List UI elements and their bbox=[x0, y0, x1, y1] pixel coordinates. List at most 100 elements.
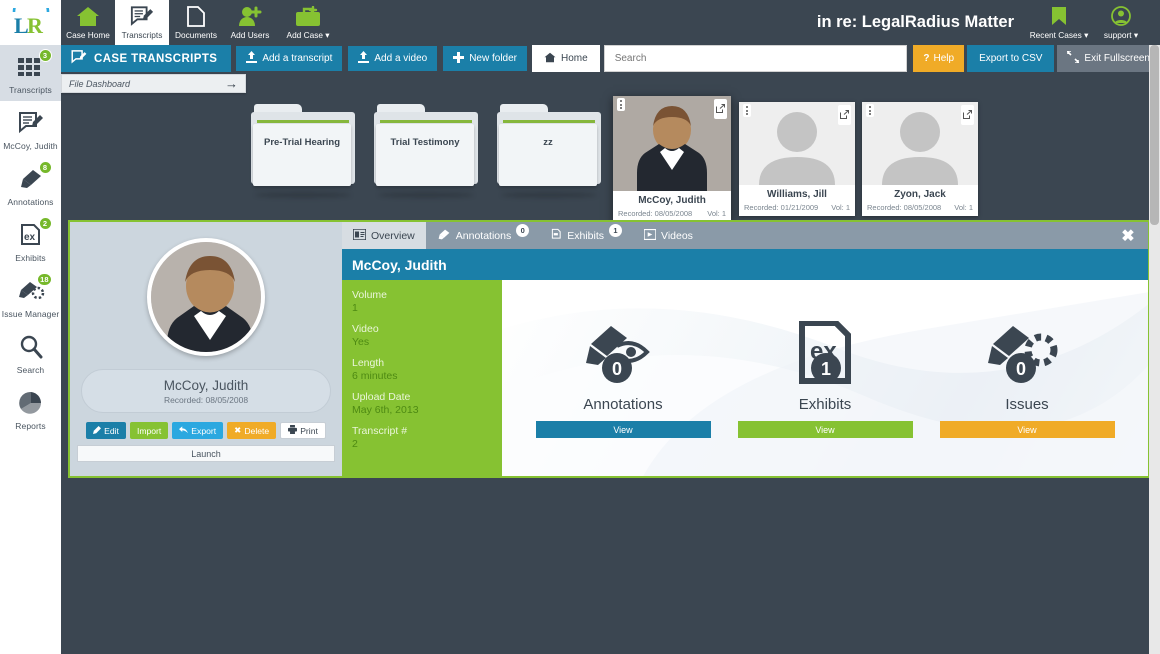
sidebar-item-mccoy-judith[interactable]: McCoy, Judith bbox=[0, 101, 61, 157]
matter-title: in re: LegalRadius Matter bbox=[816, 13, 1014, 31]
transcript-card-name: McCoy, Judith bbox=[638, 195, 706, 206]
transcript-card[interactable]: McCoy, Judith Recorded: 08/05/2008 Vol: … bbox=[613, 96, 731, 222]
print-label: Print bbox=[300, 425, 318, 436]
expand-icon[interactable] bbox=[838, 105, 851, 125]
add-transcript-label: Add a transcript bbox=[262, 53, 333, 64]
stats-area: 0 Annotations View ex 1 Exhibits View 0 … bbox=[502, 280, 1148, 476]
add-video-button[interactable]: Add a video bbox=[347, 45, 439, 72]
sidebar-item-label: McCoy, Judith bbox=[3, 141, 58, 151]
expand-icon[interactable] bbox=[714, 99, 727, 119]
scrollbar-thumb[interactable] bbox=[1150, 45, 1159, 225]
folder-item[interactable]: Pre-Trial Hearing bbox=[251, 104, 355, 202]
export-button[interactable]: Export bbox=[172, 422, 224, 439]
highlighter-icon bbox=[437, 229, 451, 243]
support-text: support bbox=[1103, 29, 1132, 40]
export-csv-button[interactable]: Export to CSV bbox=[967, 45, 1055, 72]
vertical-scrollbar[interactable] bbox=[1149, 45, 1160, 654]
highlighter-icon: 8 bbox=[14, 161, 52, 194]
volume-label: Vol: 1 bbox=[954, 203, 973, 212]
exhibit-doc-icon: ex 1 bbox=[790, 318, 860, 394]
highlighter-gear-icon: 0 bbox=[985, 318, 1069, 394]
card-menu-icon[interactable] bbox=[866, 104, 874, 117]
tab-annotations[interactable]: Annotations 0 bbox=[426, 222, 540, 249]
topnav-transcripts[interactable]: Transcripts bbox=[115, 0, 169, 45]
exit-fullscreen-button[interactable]: Exit Fullscreen bbox=[1057, 45, 1160, 72]
briefcase-icon bbox=[295, 5, 321, 27]
stat-exhibits: ex 1 Exhibits View bbox=[737, 318, 913, 438]
folder-item[interactable]: Trial Testimony bbox=[374, 104, 478, 202]
view-exhibits-button[interactable]: View bbox=[737, 421, 913, 438]
transcript-card[interactable]: Zyon, Jack Recorded: 08/05/2008 Vol: 1 bbox=[862, 102, 978, 216]
person-name: McCoy, Judith bbox=[163, 377, 249, 393]
delete-label: Delete bbox=[244, 425, 270, 436]
info-label: Volume bbox=[352, 289, 388, 301]
sidebar-item-annotations[interactable]: 8 Annotations bbox=[0, 157, 61, 213]
help-button[interactable]: ? Help bbox=[913, 45, 965, 72]
transcript-detail-panel: McCoy, Judith Recorded: 08/05/2008 Edit … bbox=[68, 220, 1150, 478]
sidebar-item-search[interactable]: Search bbox=[0, 325, 61, 381]
sidebar-item-reports[interactable]: Reports bbox=[0, 381, 61, 437]
topnav-label-text: Add Case bbox=[286, 29, 323, 40]
recorded-date: Recorded: 08/05/2008 bbox=[867, 203, 942, 212]
svg-text:ex: ex bbox=[24, 232, 36, 243]
import-button[interactable]: Import bbox=[129, 422, 169, 439]
stat-count: 0 bbox=[1016, 359, 1026, 379]
transcript-icon bbox=[14, 108, 48, 138]
sidebar-item-transcripts[interactable]: 3 Transcripts bbox=[0, 45, 61, 101]
user-icon bbox=[1111, 5, 1131, 26]
close-icon[interactable]: ✖ bbox=[1108, 222, 1148, 249]
card-menu-icon[interactable] bbox=[743, 104, 751, 117]
folder-accent bbox=[503, 120, 595, 123]
tab-overview[interactable]: Overview bbox=[342, 222, 426, 249]
view-annotations-button[interactable]: View bbox=[535, 421, 711, 438]
help-label: Help bbox=[933, 53, 955, 64]
folder-front: zz bbox=[499, 124, 597, 186]
search-field-wrapper[interactable] bbox=[603, 45, 908, 72]
x-icon: ✖ bbox=[234, 425, 242, 435]
print-button[interactable]: Print bbox=[280, 422, 326, 439]
launch-button[interactable]: Launch bbox=[77, 445, 335, 462]
breadcrumb[interactable]: File Dashboard → bbox=[61, 74, 246, 93]
topnav-documents[interactable]: Documents bbox=[169, 0, 223, 45]
grid-icon: 3 bbox=[14, 49, 52, 82]
view-label: View bbox=[815, 424, 835, 435]
sidebar-item-issue-manager[interactable]: 18 Issue Manager bbox=[0, 269, 61, 325]
tab-videos[interactable]: Videos bbox=[633, 222, 704, 249]
file-strip: Pre-Trial Hearing Trial Testimony zz McC… bbox=[61, 96, 1160, 222]
app-logo[interactable]: L R bbox=[0, 0, 61, 45]
bookmark-icon bbox=[1051, 6, 1067, 26]
view-issues-button[interactable]: View bbox=[939, 421, 1115, 438]
sidebar-item-exhibits[interactable]: ex 2 Exhibits bbox=[0, 213, 61, 269]
overview-icon bbox=[352, 227, 367, 243]
search-input[interactable] bbox=[614, 53, 897, 64]
upload-icon bbox=[246, 51, 258, 66]
home-button[interactable]: Home bbox=[532, 45, 600, 72]
info-value: May 6th, 2013 bbox=[352, 404, 419, 416]
plus-icon bbox=[453, 51, 465, 66]
badge-count: 3 bbox=[38, 49, 52, 62]
info-volume: Volume 1 bbox=[352, 288, 502, 315]
svg-text:R: R bbox=[27, 13, 44, 38]
folder-item[interactable]: zz bbox=[497, 104, 601, 202]
topnav-add-case[interactable]: Add Case ▾ bbox=[277, 0, 339, 45]
tab-exhibits[interactable]: Exhibits 1 bbox=[540, 222, 633, 249]
topnav-add-users[interactable]: Add Users bbox=[223, 0, 277, 45]
card-menu-icon[interactable] bbox=[617, 98, 625, 111]
sidebar-item-label: Search bbox=[16, 365, 45, 375]
folder-shadow bbox=[255, 192, 351, 198]
support-menu[interactable]: support ▾ bbox=[1090, 0, 1152, 45]
support-label: support ▾ bbox=[1104, 30, 1138, 40]
pencil-icon bbox=[93, 425, 102, 436]
add-transcript-button[interactable]: Add a transcript bbox=[235, 45, 344, 72]
toolbar-title-text: CASE TRANSCRIPTS bbox=[94, 52, 218, 65]
recent-cases-menu[interactable]: Recent Cases ▾ bbox=[1028, 0, 1090, 45]
new-folder-button[interactable]: New folder bbox=[442, 45, 529, 72]
transcript-icon bbox=[71, 50, 87, 67]
delete-button[interactable]: ✖ Delete bbox=[227, 422, 277, 439]
info-value: 1 bbox=[352, 302, 358, 314]
expand-icon[interactable] bbox=[961, 105, 974, 125]
edit-button[interactable]: Edit bbox=[86, 422, 126, 439]
topnav-case-home[interactable]: Case Home bbox=[61, 0, 115, 45]
tab-annotations-label: Annotations bbox=[455, 229, 512, 242]
transcript-card[interactable]: Williams, Jill Recorded: 01/21/2009 Vol:… bbox=[739, 102, 855, 216]
